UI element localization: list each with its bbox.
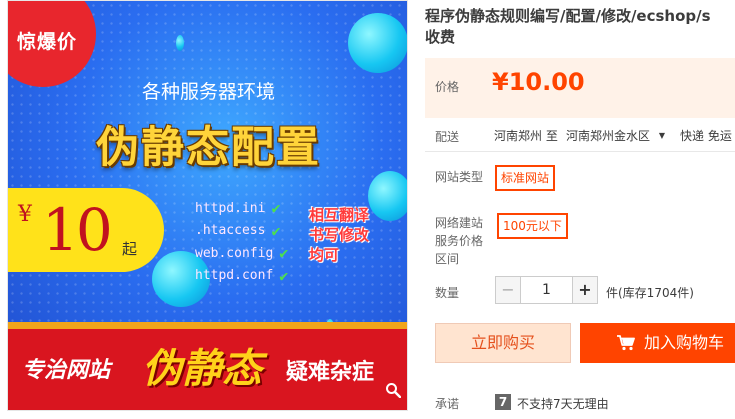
promise-label: 承诺 bbox=[435, 397, 460, 411]
config-file-list: httpd.ini ✔ .htaccess ✔ web.config ✔ httpd.… bbox=[195, 197, 288, 287]
quantity-label: 数量 bbox=[435, 286, 460, 300]
quantity-increase-button[interactable]: + bbox=[572, 276, 598, 304]
product-main-image[interactable]: 惊爆价 各种服务器环境 伪静态配置 ¥ 10 起 httpd.ini ✔ .hta… bbox=[7, 0, 408, 411]
file-name: httpd.conf bbox=[195, 268, 274, 284]
quantity-decrease-button[interactable]: − bbox=[495, 276, 521, 304]
image-bottom-banner: 专治网站 伪静态 疑难杂症 bbox=[8, 322, 407, 410]
check-icon: ✔ bbox=[279, 244, 289, 263]
title-line: 收费 bbox=[425, 28, 456, 46]
quantity-input[interactable]: 1 bbox=[521, 276, 572, 304]
config-file-item: .htaccess ✔ bbox=[195, 220, 288, 243]
add-to-cart-button[interactable]: 加入购物车 bbox=[580, 323, 735, 363]
decor-bubble bbox=[348, 13, 407, 73]
config-file-item: httpd.conf ✔ bbox=[195, 265, 288, 288]
shipping-method: 快递 免运 bbox=[680, 129, 732, 143]
decor-bubble bbox=[176, 35, 184, 51]
price-value: ¥10.00 bbox=[492, 68, 585, 96]
side-note: 相互翻译 bbox=[309, 206, 370, 224]
image-headline: 伪静态配置 bbox=[96, 123, 321, 173]
banner-left-text: 专治网站 bbox=[22, 358, 111, 383]
site-type-option-standard[interactable]: 标准网站 bbox=[495, 165, 556, 191]
stock-info: 件(库存1704件) bbox=[606, 286, 694, 300]
decor-bubble bbox=[368, 171, 407, 221]
label-line: 网络建站 bbox=[435, 216, 484, 230]
side-note: 书写修改 bbox=[309, 226, 370, 244]
side-notes: 相互翻译 书写修改 均可 bbox=[309, 205, 369, 265]
shipping-from: 河南郑州 至 bbox=[494, 129, 558, 143]
shipping-label: 配送 bbox=[435, 130, 460, 144]
site-type-label: 网站类型 bbox=[435, 170, 484, 184]
shipping-destination-select[interactable]: 河南郑州金水区 ▼ bbox=[566, 127, 665, 144]
chevron-down-icon: ▼ bbox=[658, 131, 665, 140]
check-icon: ✔ bbox=[271, 199, 281, 218]
add-to-cart-label: 加入购物车 bbox=[644, 333, 725, 352]
config-file-item: web.config ✔ bbox=[195, 242, 288, 265]
label-line: 服务价格 bbox=[435, 234, 484, 248]
label-line: 区间 bbox=[435, 252, 460, 266]
product-page: 惊爆价 各种服务器环境 伪静态配置 ¥ 10 起 httpd.ini ✔ .hta… bbox=[0, 0, 735, 419]
seven-day-badge-icon: 7 bbox=[495, 394, 511, 410]
banner-stripe bbox=[8, 322, 407, 329]
price-range-option[interactable]: 100元以下 bbox=[497, 213, 568, 239]
title-line: 程序伪静态规则编写/配置/修改/ecshop/s bbox=[425, 7, 711, 25]
cart-icon bbox=[617, 335, 635, 351]
section-divider bbox=[425, 151, 735, 152]
side-note: 均可 bbox=[309, 246, 340, 264]
image-subtitle: 各种服务器环境 bbox=[141, 81, 275, 103]
check-icon: ✔ bbox=[279, 266, 289, 285]
price-label: 价格 bbox=[435, 80, 460, 94]
promise-text: 不支持7天无理由 bbox=[517, 397, 609, 411]
image-price-pill: ¥ 10 起 bbox=[8, 188, 164, 272]
burst-text: 惊爆价 bbox=[17, 31, 78, 53]
banner-mid-text: 伪静态 bbox=[142, 346, 262, 392]
check-icon: ✔ bbox=[271, 221, 281, 240]
destination-text: 河南郑州金水区 bbox=[566, 129, 651, 143]
pill-yen: ¥ bbox=[18, 202, 32, 227]
pill-price-number: 10 bbox=[42, 196, 113, 264]
banner-right-text: 疑难杂症 bbox=[286, 360, 375, 385]
price-range-label: 网络建站 服务价格 区间 bbox=[435, 214, 483, 268]
pill-price-suffix: 起 bbox=[122, 240, 138, 258]
config-file-item: httpd.ini ✔ bbox=[195, 197, 288, 220]
product-title: 程序伪静态规则编写/配置/修改/ecshop/s 收费 bbox=[425, 6, 735, 48]
file-name: .htaccess bbox=[195, 223, 266, 239]
zoom-icon[interactable] bbox=[385, 382, 401, 398]
buy-now-button[interactable]: 立即购买 bbox=[435, 323, 571, 363]
file-name: httpd.ini bbox=[195, 200, 266, 216]
file-name: web.config bbox=[195, 245, 274, 261]
